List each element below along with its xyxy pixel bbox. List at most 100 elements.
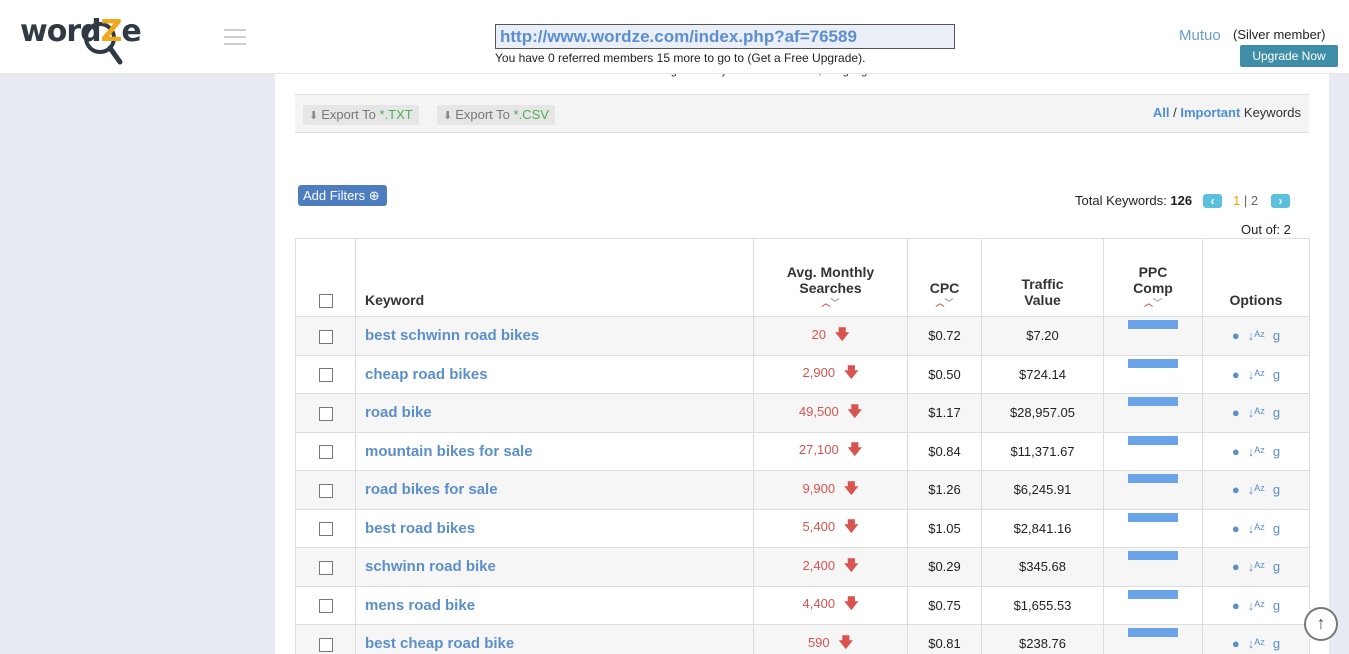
keywords-table: Keyword Avg. Monthly Searches ︿﹀ CPC ︿﹀ Tra… [295, 238, 1310, 654]
wordze-logo[interactable]: wordZe [20, 10, 165, 66]
sort-alpha-icon[interactable]: ↓ᴬᶻ [1248, 636, 1265, 651]
globe-icon[interactable]: ● [1232, 328, 1240, 343]
google-icon[interactable]: g [1273, 482, 1280, 497]
keyword-header: Keyword [355, 238, 754, 317]
sort-alpha-icon[interactable]: ↓ᴬᶻ [1248, 405, 1265, 420]
searches-cell: 2,900 🡇 [753, 354, 908, 394]
arrow-down-icon: 🡇 [847, 441, 863, 458]
ppc-comp-cell [1103, 316, 1203, 356]
ppc-comp-cell [1103, 508, 1203, 548]
all-keywords-link[interactable]: All [1153, 105, 1170, 120]
sort-alpha-icon[interactable]: ↓ᴬᶻ [1248, 367, 1265, 382]
sort-alpha-icon[interactable]: ↓ᴬᶻ [1248, 521, 1265, 536]
arrow-down-icon: 🡇 [847, 402, 863, 419]
globe-icon[interactable]: ● [1232, 405, 1240, 420]
row-checkbox[interactable] [318, 599, 333, 614]
google-icon[interactable]: g [1273, 444, 1280, 459]
searches-cell: 9,900 🡇 [753, 470, 908, 510]
hamburger-icon[interactable] [224, 29, 246, 45]
scroll-top-icon[interactable]: ↑ [1304, 607, 1338, 641]
searches-cell: 5,400 🡇 [753, 508, 908, 548]
keyword-link[interactable]: cheap road bikes [355, 354, 754, 394]
cpc-cell: $1.17 [907, 393, 982, 433]
globe-icon[interactable]: ● [1232, 521, 1240, 536]
cpc-cell: $0.50 [907, 354, 982, 394]
ppc-comp-cell [1103, 431, 1203, 471]
username-link[interactable]: Mutuo [1179, 27, 1221, 44]
google-icon[interactable]: g [1273, 405, 1280, 420]
table-row: best cheap road bike 590 🡇 $0.81 $238.76 ● ↓ᴬᶻ… [295, 624, 1310, 654]
ppc-comp-cell [1103, 470, 1203, 510]
keyword-link[interactable]: schwinn road bike [355, 547, 754, 587]
cpc-cell: $0.29 [907, 547, 982, 587]
keyword-link[interactable]: mountain bikes for sale [355, 431, 754, 471]
row-checkbox[interactable] [318, 329, 333, 344]
traffic-value-cell: $2,841.16 [981, 508, 1104, 548]
sort-cpc-icon[interactable]: ︿﹀ [908, 298, 981, 308]
sort-searches-icon[interactable]: ︿﹀ [754, 298, 907, 308]
google-icon[interactable]: g [1273, 559, 1280, 574]
searches-header: Avg. Monthly Searches ︿﹀ [753, 238, 908, 317]
select-all-checkbox[interactable] [318, 294, 333, 308]
page-2-link[interactable]: 2 [1251, 193, 1258, 208]
globe-icon[interactable]: ● [1232, 367, 1240, 382]
sort-ppc-icon[interactable]: ︿﹀ [1104, 298, 1202, 308]
sort-alpha-icon[interactable]: ↓ᴬᶻ [1248, 559, 1265, 574]
globe-icon[interactable]: ● [1232, 482, 1240, 497]
table-row: best road bikes 5,400 🡇 $1.05 $2,841.16 ● ↓ᴬᶻ g [295, 508, 1310, 548]
globe-icon[interactable]: ● [1232, 559, 1240, 574]
searches-cell: 49,500 🡇 [753, 393, 908, 433]
google-icon[interactable]: g [1273, 521, 1280, 536]
row-checkbox[interactable] [318, 406, 333, 421]
traffic-header: Traffic Value [981, 238, 1104, 317]
searches-cell: 590 🡇 [753, 624, 908, 654]
globe-icon[interactable]: ● [1232, 444, 1240, 459]
keyword-link[interactable]: best cheap road bike [355, 624, 754, 654]
keyword-link[interactable]: mens road bike [355, 585, 754, 625]
export-txt-button[interactable]: ⬇ Export To *.TXT [303, 105, 419, 125]
sort-alpha-icon[interactable]: ↓ᴬᶻ [1248, 328, 1265, 343]
ppc-comp-cell [1103, 393, 1203, 433]
google-icon[interactable]: g [1273, 598, 1280, 613]
keyword-link[interactable]: best road bikes [355, 508, 754, 548]
options-cell: ● ↓ᴬᶻ g [1202, 624, 1310, 654]
keyword-link[interactable]: road bikes for sale [355, 470, 754, 510]
row-checkbox[interactable] [318, 483, 333, 498]
row-checkbox[interactable] [318, 445, 333, 460]
sort-alpha-icon[interactable]: ↓ᴬᶻ [1248, 482, 1265, 497]
left-panel [0, 74, 275, 654]
chevron-right-icon[interactable]: › [1271, 194, 1290, 208]
table-row: schwinn road bike 2,400 🡇 $0.29 $345.68 ● ↓ᴬᶻ g [295, 547, 1310, 587]
sort-alpha-icon[interactable]: ↓ᴬᶻ [1248, 444, 1265, 459]
ppc-comp-bar [1128, 628, 1178, 638]
traffic-value-cell: $724.14 [981, 354, 1104, 394]
out-of-pages: Out of: 2 [1241, 222, 1291, 237]
row-checkbox[interactable] [318, 368, 333, 383]
keyword-link[interactable]: road bike [355, 393, 754, 433]
searches-cell: 27,100 🡇 [753, 431, 908, 471]
traffic-value-cell: $345.68 [981, 547, 1104, 587]
upgrade-now-button[interactable]: Upgrade Now [1240, 45, 1338, 67]
globe-icon[interactable]: ● [1232, 598, 1240, 613]
important-keywords-link[interactable]: Important [1180, 105, 1240, 120]
chevron-left-icon[interactable]: ‹ [1203, 194, 1222, 208]
page-numbers: 1 | 2 [1233, 193, 1259, 208]
row-select-cell [295, 624, 356, 654]
row-checkbox[interactable] [318, 522, 333, 537]
google-icon[interactable]: g [1273, 367, 1280, 382]
keyword-link[interactable]: best schwinn road bikes [355, 316, 754, 356]
row-select-cell [295, 508, 356, 548]
add-filters-button[interactable]: Add Filters ⊕ [298, 185, 387, 206]
google-icon[interactable]: g [1273, 328, 1280, 343]
table-row: mens road bike 4,400 🡇 $0.75 $1,655.53 ● ↓ᴬᶻ g [295, 585, 1310, 625]
download-icon: ⬇ [309, 110, 319, 122]
row-checkbox[interactable] [318, 637, 333, 652]
globe-icon[interactable]: ● [1232, 636, 1240, 651]
sort-alpha-icon[interactable]: ↓ᴬᶻ [1248, 598, 1265, 613]
google-icon[interactable]: g [1273, 636, 1280, 651]
ppc-comp-cell [1103, 547, 1203, 587]
referral-url-field[interactable]: http://www.wordze.com/index.php?af=76589 [495, 24, 955, 49]
options-cell: ● ↓ᴬᶻ g [1202, 547, 1310, 587]
row-checkbox[interactable] [318, 560, 333, 575]
export-csv-button[interactable]: ⬇ Export To *.CSV [437, 105, 555, 125]
